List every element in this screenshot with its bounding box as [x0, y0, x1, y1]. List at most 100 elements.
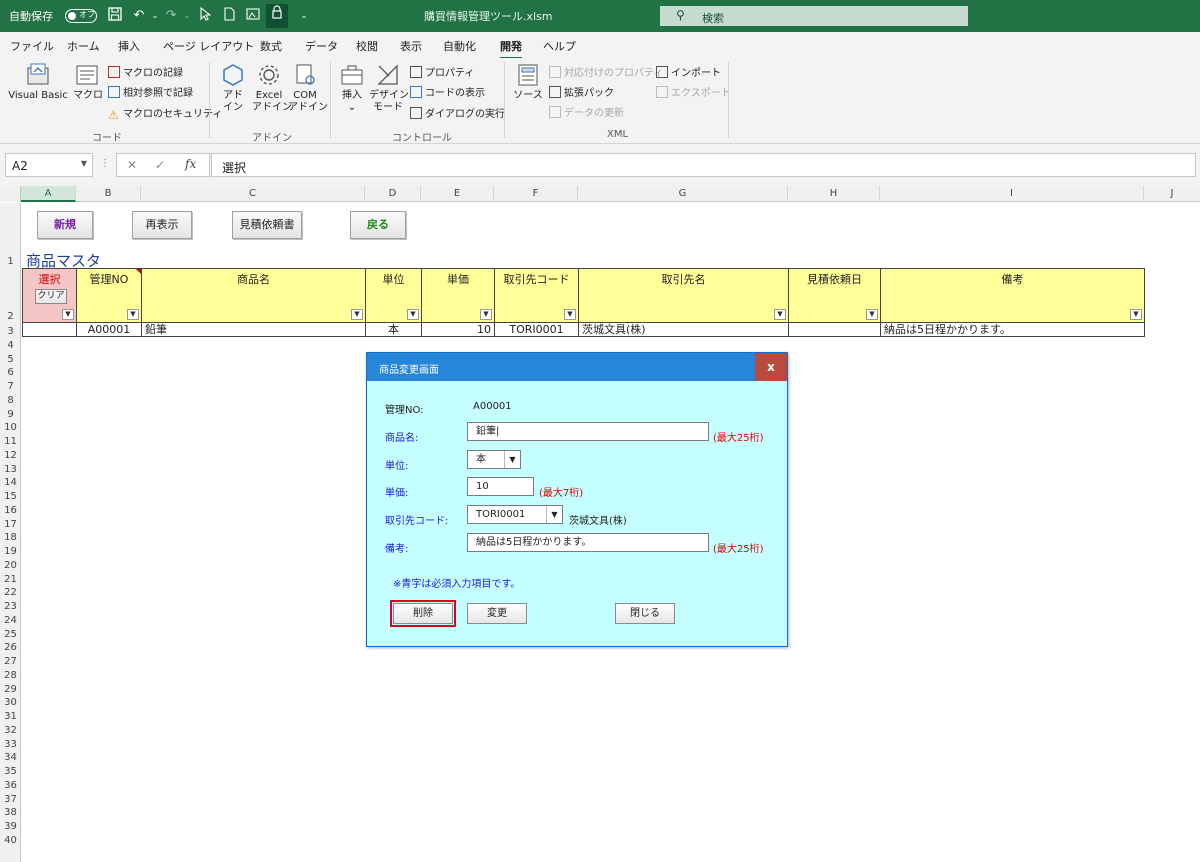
row-header[interactable]: 7	[0, 381, 21, 394]
row-header[interactable]: 33	[0, 739, 21, 752]
cell-select[interactable]	[22, 323, 77, 337]
save-icon[interactable]	[106, 7, 124, 25]
tab-help[interactable]: ヘルプ	[543, 38, 576, 54]
insert-function-icon[interactable]: fx	[185, 157, 196, 171]
header-supplier-code[interactable]: 取引先コード ▼	[495, 268, 579, 323]
tab-automate[interactable]: 自動化	[443, 38, 476, 54]
filter-dropdown-icon[interactable]: ▼	[564, 309, 576, 320]
row-header[interactable]: 10	[0, 422, 21, 435]
column-header-f[interactable]: F	[494, 186, 578, 202]
header-quote-date[interactable]: 見積依頼日 ▼	[789, 268, 881, 323]
row-header[interactable]: 24	[0, 615, 21, 628]
product-name-input[interactable]: 鉛筆|	[467, 422, 709, 441]
formula-input[interactable]: 選択	[211, 153, 1196, 177]
row-header[interactable]: 21	[0, 574, 21, 587]
clear-button[interactable]: クリア	[35, 289, 67, 304]
column-header-d[interactable]: D	[365, 186, 421, 202]
row-header[interactable]: 14	[0, 477, 21, 490]
select-pointer-icon[interactable]	[196, 6, 214, 25]
column-header-i[interactable]: I	[880, 186, 1144, 202]
run-dialog-button[interactable]: ダイアログの実行	[410, 105, 505, 120]
tab-file[interactable]: ファイル	[10, 38, 54, 54]
image-icon[interactable]	[244, 7, 262, 25]
properties-button[interactable]: プロパティ	[410, 64, 474, 79]
filter-dropdown-icon[interactable]: ▼	[407, 309, 419, 320]
tab-page-layout[interactable]: ページ レイアウト	[163, 38, 254, 54]
name-box[interactable]: A2 ▼	[5, 153, 93, 177]
tab-insert[interactable]: 挿入	[118, 38, 140, 54]
header-unit-price[interactable]: 単価 ▼	[422, 268, 495, 323]
header-remarks[interactable]: 備考 ▼	[881, 268, 1145, 323]
row-header[interactable]: 15	[0, 491, 21, 504]
tab-review[interactable]: 校閲	[356, 38, 378, 54]
select-all-corner[interactable]	[0, 186, 21, 202]
cell-supplier-code[interactable]: TORI0001	[495, 323, 579, 337]
macro-security-button[interactable]: ⚠ マクロのセキュリティ	[108, 105, 222, 122]
column-header-j[interactable]: J	[1144, 186, 1200, 202]
back-button[interactable]: 戻る	[350, 211, 406, 239]
chevron-down-icon[interactable]: ▼	[504, 451, 520, 468]
filter-dropdown-icon[interactable]: ▼	[480, 309, 492, 320]
xml-source-button[interactable]: ソース	[512, 62, 544, 102]
relative-reference-button[interactable]: 相対参照で記録	[108, 84, 193, 99]
record-macro-button[interactable]: マクロの記録	[108, 64, 183, 79]
filter-dropdown-icon[interactable]: ▼	[1130, 309, 1142, 320]
row-header[interactable]: 5	[0, 354, 21, 367]
map-properties-button[interactable]: 対応付けのプロパティ	[549, 64, 663, 79]
row-header[interactable]: 23	[0, 601, 21, 614]
unit-price-input[interactable]: 10	[467, 477, 534, 496]
filter-dropdown-icon[interactable]: ▼	[351, 309, 363, 320]
confirm-icon[interactable]: ✓	[155, 158, 165, 172]
autosave-toggle[interactable]: オフ	[65, 9, 97, 23]
supplier-code-select[interactable]: TORI0001 ▼	[467, 505, 563, 524]
expansion-packs-button[interactable]: 拡張パック	[549, 84, 614, 99]
row-header[interactable]: 38	[0, 807, 21, 820]
refresh-data-button[interactable]: データの更新	[549, 104, 624, 119]
close-icon[interactable]: x	[755, 353, 787, 381]
row-header[interactable]: 28	[0, 670, 21, 683]
macro-button[interactable]: マクロ	[73, 62, 103, 102]
header-select[interactable]: 選択 クリア ▼	[22, 268, 77, 323]
row-header[interactable]: 30	[0, 697, 21, 710]
new-button[interactable]: 新規	[37, 211, 93, 239]
row-header[interactable]: 11	[0, 436, 21, 449]
tab-data[interactable]: データ	[305, 38, 338, 54]
row-header[interactable]: 25	[0, 629, 21, 642]
dialog-title-bar[interactable]: 商品変更画面 x	[367, 353, 787, 381]
cell-unit[interactable]: 本	[366, 323, 422, 337]
tab-view[interactable]: 表示	[400, 38, 422, 54]
row-header[interactable]: 37	[0, 794, 21, 807]
row-header[interactable]: 36	[0, 780, 21, 793]
chevron-down-icon[interactable]: ▼	[546, 506, 562, 523]
cell-product-name[interactable]: 鉛筆	[142, 323, 366, 337]
header-product-name[interactable]: 商品名 ▼	[142, 268, 366, 323]
lock-icon[interactable]	[266, 4, 288, 28]
visual-basic-button[interactable]: Visual Basic	[8, 62, 68, 102]
column-header-h[interactable]: H	[788, 186, 880, 202]
row-header[interactable]: 32	[0, 725, 21, 738]
filter-dropdown-icon[interactable]: ▼	[774, 309, 786, 320]
row-header[interactable]: 18	[0, 532, 21, 545]
quote-request-button[interactable]: 見積依頼書	[232, 211, 302, 239]
com-addins-button[interactable]: COM アドイン	[288, 62, 328, 114]
cancel-icon[interactable]: ✕	[127, 158, 137, 172]
column-header-c[interactable]: C	[141, 186, 365, 202]
change-button[interactable]: 変更	[467, 603, 527, 624]
row-header[interactable]: 29	[0, 684, 21, 697]
row-header[interactable]: 16	[0, 505, 21, 518]
delete-button[interactable]: 削除	[390, 600, 456, 627]
cell-quote-date[interactable]	[789, 323, 881, 337]
row-header[interactable]: 17	[0, 519, 21, 532]
column-header-b[interactable]: B	[76, 186, 141, 202]
filter-dropdown-icon[interactable]: ▼	[127, 309, 139, 320]
export-button[interactable]: エクスポート	[656, 84, 731, 99]
row-header[interactable]: 35	[0, 766, 21, 779]
row-header[interactable]: 40	[0, 835, 21, 848]
row-header[interactable]: 39	[0, 821, 21, 834]
row-header[interactable]: 31	[0, 711, 21, 724]
row-header[interactable]: 3	[0, 326, 21, 339]
header-unit[interactable]: 単位 ▼	[366, 268, 422, 323]
close-button[interactable]: 閉じる	[615, 603, 675, 624]
row-header[interactable]: 26	[0, 642, 21, 655]
customize-toolbar-icon[interactable]: ⌄	[295, 7, 313, 25]
